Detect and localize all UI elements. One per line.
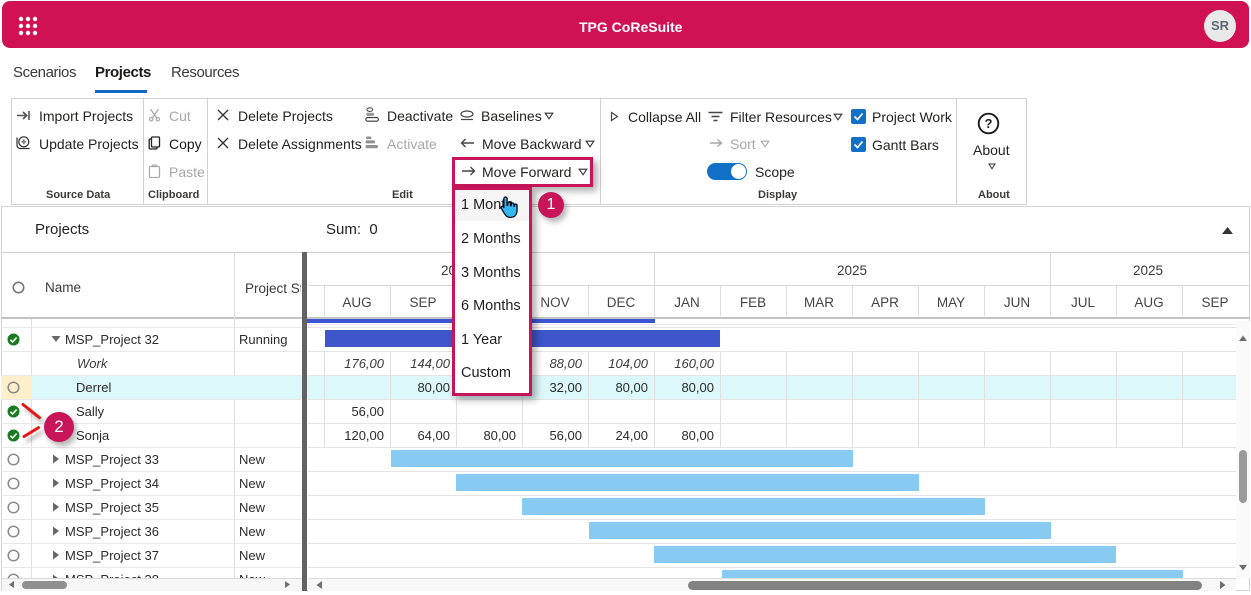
svg-text:?: ?	[985, 116, 993, 131]
